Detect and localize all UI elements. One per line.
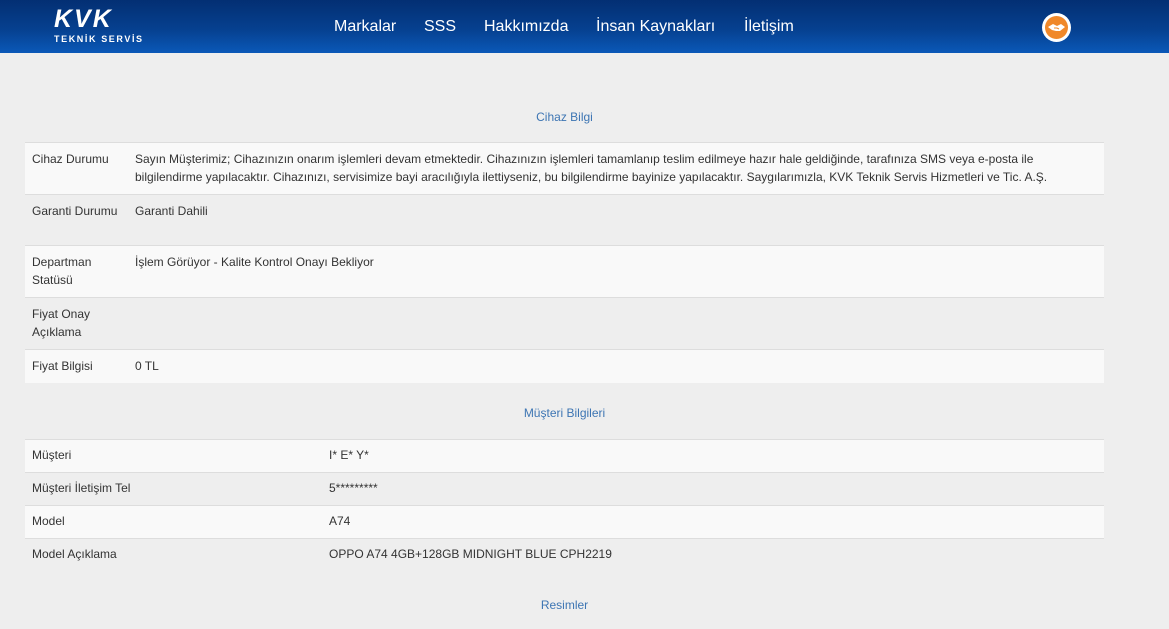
price-value: 0 TL	[128, 349, 1104, 383]
warranty-value: Garanti Dahili	[128, 194, 1104, 246]
table-row: Müşteri I* E* Y*	[25, 439, 1104, 473]
row-label: Model	[25, 505, 322, 539]
logo-subtitle: TEKNİK SERVİS	[54, 34, 144, 44]
customer-info-table: Müşteri I* E* Y* Müşteri İletişim Tel 5*…	[25, 439, 1104, 572]
profile-button[interactable]	[1042, 13, 1071, 42]
price-approval-value	[128, 297, 1104, 350]
row-label: Model Açıklama	[25, 538, 322, 572]
top-navigation-bar: KVK TEKNİK SERVİS Markalar SSS Hakkımızd…	[0, 0, 1169, 53]
row-label: Fiyat Onay Açıklama	[25, 297, 128, 350]
department-status-value: İşlem Görüyor - Kalite Kontrol Onayı Bek…	[128, 245, 1104, 298]
row-label: Cihaz Durumu	[25, 142, 128, 195]
model-description-value: OPPO A74 4GB+128GB MIDNIGHT BLUE CPH2219	[322, 538, 1104, 572]
table-row: Müşteri İletişim Tel 5*********	[25, 472, 1104, 506]
customer-section-title: Müşteri Bilgileri	[523, 406, 606, 420]
nav-sss[interactable]: SSS	[424, 17, 456, 37]
nav-markalar[interactable]: Markalar	[334, 17, 396, 37]
nav-hakkimizda[interactable]: Hakkımızda	[484, 17, 568, 37]
handshake-icon	[1048, 24, 1065, 31]
images-section-title: Resimler	[540, 598, 589, 612]
row-label: Departman Statüsü	[25, 245, 128, 298]
table-row: Cihaz Durumu Sayın Müşterimiz; Cihazınız…	[25, 142, 1104, 195]
device-status-value: Sayın Müşterimiz; Cihazınızın onarım işl…	[128, 142, 1104, 195]
kvk-logo[interactable]: KVK TEKNİK SERVİS	[54, 7, 154, 47]
device-section-title: Cihaz Bilgi	[536, 110, 593, 124]
row-label: Garanti Durumu	[25, 194, 128, 246]
phone-value: 5*********	[322, 472, 1104, 506]
model-value: A74	[322, 505, 1104, 539]
table-row: Fiyat Bilgisi 0 TL	[25, 349, 1104, 383]
table-row: Garanti Durumu Garanti Dahili	[25, 194, 1104, 246]
row-label: Müşteri	[25, 439, 322, 473]
device-info-table: Cihaz Durumu Sayın Müşterimiz; Cihazınız…	[25, 142, 1104, 383]
row-label: Fiyat Bilgisi	[25, 349, 128, 383]
table-row: Fiyat Onay Açıklama	[25, 297, 1104, 350]
nav-insan-kaynaklari[interactable]: İnsan Kaynakları	[596, 17, 715, 37]
customer-value: I* E* Y*	[322, 439, 1104, 473]
logo-title: KVK	[54, 5, 113, 33]
nav-iletisim[interactable]: İletişim	[744, 17, 794, 37]
table-row: Model Açıklama OPPO A74 4GB+128GB MIDNIG…	[25, 538, 1104, 572]
table-row: Departman Statüsü İşlem Görüyor - Kalite…	[25, 245, 1104, 298]
table-row: Model A74	[25, 505, 1104, 539]
row-label: Müşteri İletişim Tel	[25, 472, 322, 506]
